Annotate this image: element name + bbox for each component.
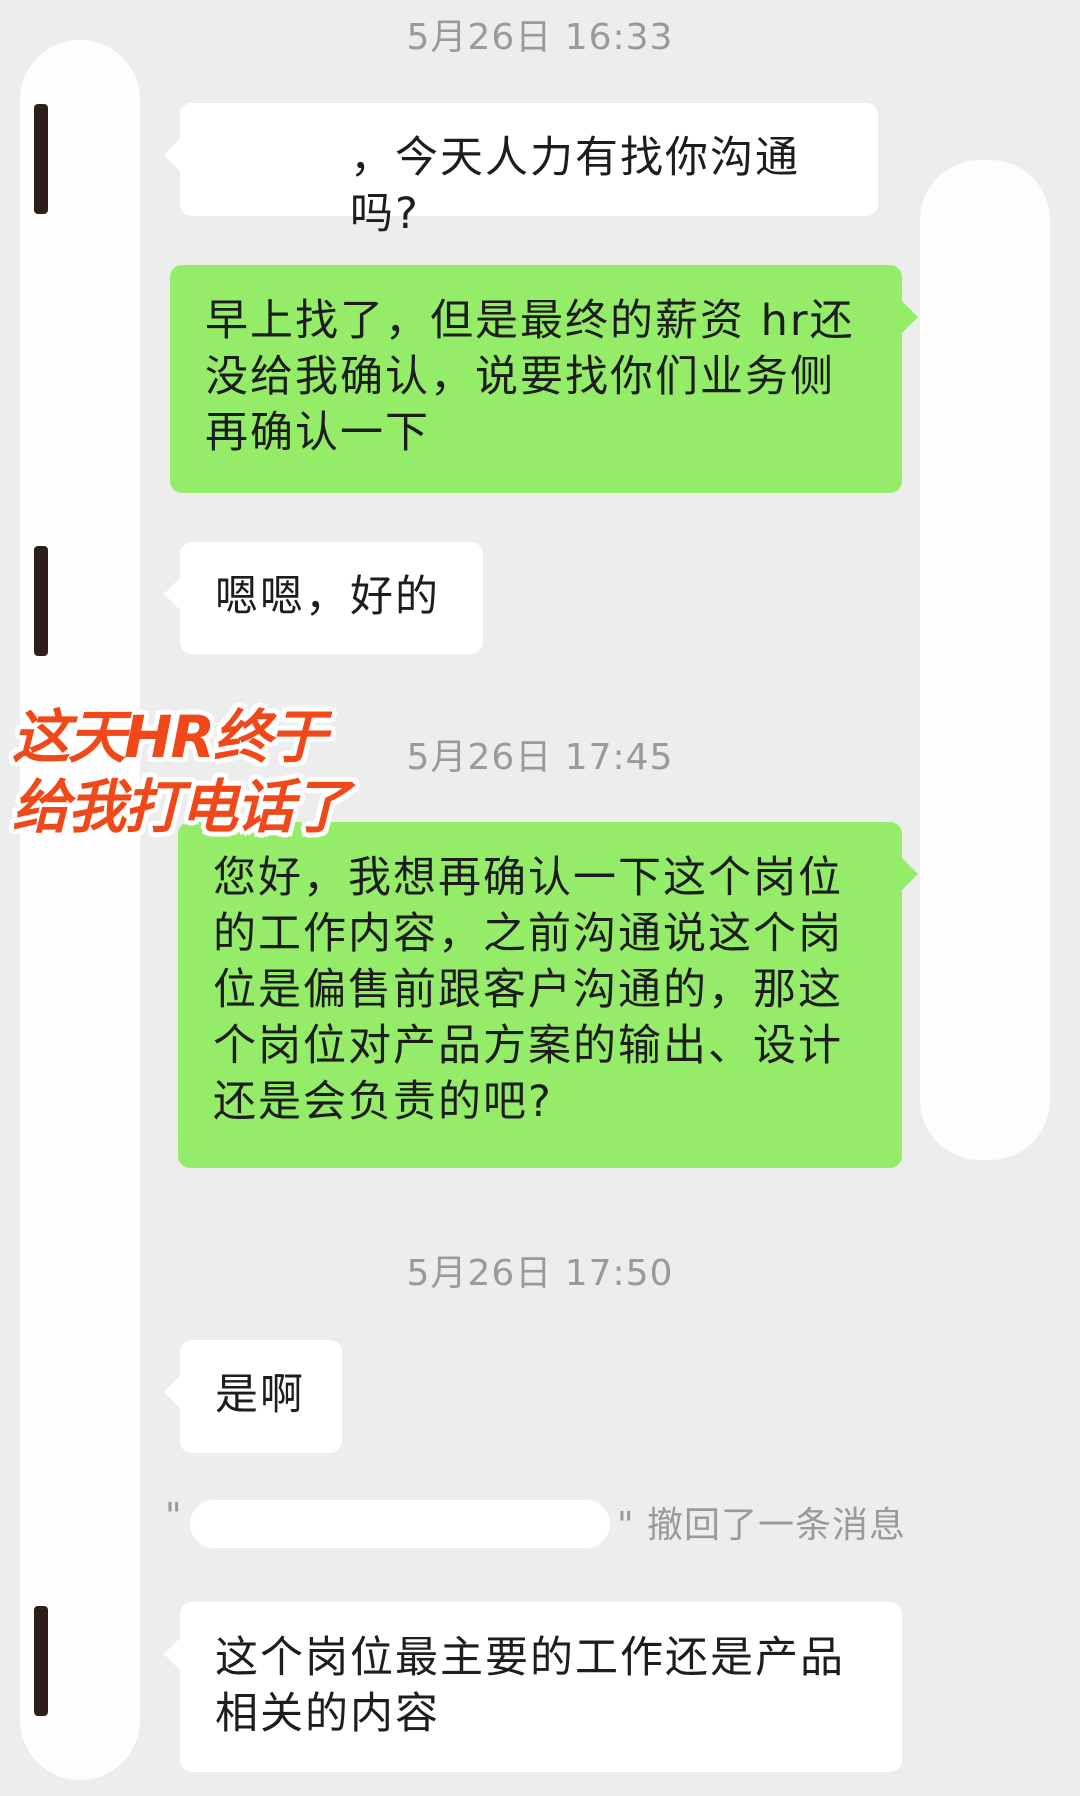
- bubble-tail: [884, 857, 918, 891]
- bubble-tail: [164, 577, 198, 611]
- message-text: 这个岗位最主要的工作还是产品 相关的内容: [215, 1633, 845, 1739]
- recall-quote-open: ": [165, 1496, 183, 1537]
- avatar[interactable]: [34, 104, 48, 214]
- message-timestamp: 5月26日 17:50: [406, 1253, 674, 1294]
- bubble-tail: [884, 300, 918, 334]
- message-text: 是啊: [215, 1370, 305, 1420]
- message-text: 您好，我想再确认一下这个岗位 的工作内容，之前沟通说这个岗 位是偏售前跟客户沟通…: [213, 853, 843, 1127]
- bubble-tail: [164, 138, 198, 172]
- bubble-tail: [164, 1637, 198, 1671]
- redaction-scribble: [20, 40, 140, 1780]
- incoming-message-bubble[interactable]: 是啊: [164, 1340, 342, 1453]
- redaction-scribble: [190, 1500, 610, 1548]
- redaction-scribble: [920, 160, 1050, 1160]
- recall-text: " 撤回了一条消息: [617, 1505, 907, 1546]
- incoming-message-bubble[interactable]: 嗯嗯，好的: [164, 542, 483, 654]
- outgoing-message-bubble[interactable]: 您好，我想再确认一下这个岗位 的工作内容，之前沟通说这个岗 位是偏售前跟客户沟通…: [178, 822, 918, 1168]
- message-text: ，今天人力有找你沟通吗?: [350, 133, 800, 239]
- message-timestamp: 5月26日 16:33: [406, 17, 674, 58]
- message-text: 早上找了，但是最终的薪资 hr还 没给我确认，说要找你们业务侧 再确认一下: [205, 296, 855, 458]
- outgoing-message-bubble[interactable]: 早上找了，但是最终的薪资 hr还 没给我确认，说要找你们业务侧 再确认一下: [170, 265, 918, 493]
- avatar[interactable]: [34, 1606, 48, 1716]
- message-text: 嗯嗯，好的: [215, 572, 440, 622]
- incoming-message-bubble[interactable]: ，今天人力有找你沟通吗?: [164, 103, 878, 239]
- annotation-caption: 这天HR终于 给我打电话了: [12, 703, 350, 841]
- incoming-message-bubble[interactable]: 这个岗位最主要的工作还是产品 相关的内容: [164, 1602, 902, 1772]
- redaction-scribble: [220, 123, 340, 189]
- avatar[interactable]: [34, 546, 48, 656]
- chat-history[interactable]: 5月26日 16:33 ，今天人力有找你沟通吗? 早上找了，但是最终的薪资 hr…: [0, 0, 1080, 1796]
- bubble-tail: [164, 1375, 198, 1409]
